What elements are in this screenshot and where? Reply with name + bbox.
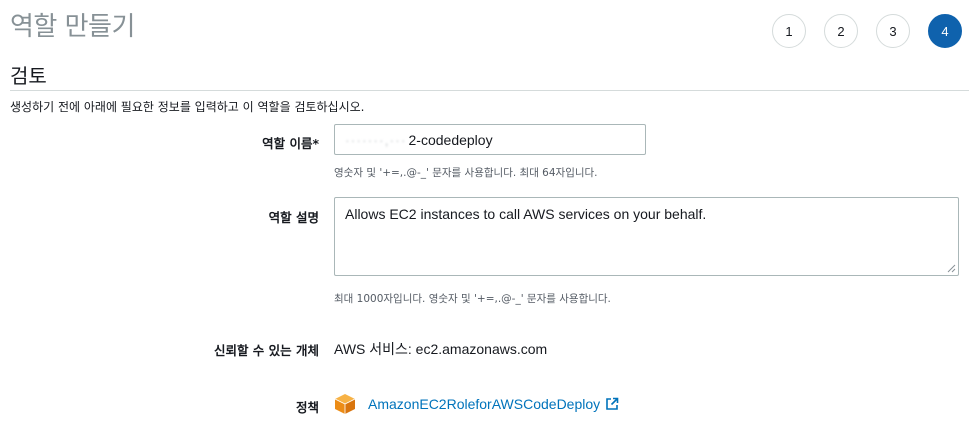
step-4-current[interactable]: 4: [928, 14, 962, 48]
role-name-input[interactable]: ·······,··· 2-codedeploy: [334, 124, 646, 155]
resize-handle-icon[interactable]: [947, 264, 956, 273]
aws-policy-cube-icon: [334, 394, 356, 414]
page-title: 역할 만들기: [10, 12, 135, 42]
role-description-hint: 최대 1000자입니다. 영숫자 및 '+=,.@-_' 문자를 사용합니다.: [334, 293, 611, 305]
policy-row: AmazonEC2RoleforAWSCodeDeploy: [334, 393, 619, 415]
redacted-text: ·······,···: [345, 131, 407, 148]
external-link-icon[interactable]: [605, 397, 619, 411]
step-2[interactable]: 2: [824, 14, 858, 48]
role-name-hint: 영숫자 및 '+=,.@-_' 문자를 사용합니다. 최대 64자입니다.: [334, 167, 598, 179]
section-description: 생성하기 전에 아래에 필요한 정보를 입력하고 이 역할을 검토하십시오.: [10, 100, 365, 114]
section-divider: [10, 90, 969, 91]
trusted-entity-label: 신뢰할 수 있는 개체: [213, 343, 319, 358]
section-title: 검토: [10, 64, 47, 88]
role-description-value: Allows EC2 instances to call AWS service…: [345, 206, 707, 222]
role-name-value: 2-codedeploy: [408, 131, 493, 148]
trusted-entity-value: AWS 서비스: ec2.amazonaws.com: [334, 341, 548, 357]
role-description-label: 역할 설명: [268, 210, 319, 225]
role-description-textarea[interactable]: Allows EC2 instances to call AWS service…: [334, 197, 959, 276]
step-1[interactable]: 1: [772, 14, 806, 48]
policy-link[interactable]: AmazonEC2RoleforAWSCodeDeploy: [368, 396, 600, 412]
step-3[interactable]: 3: [876, 14, 910, 48]
role-name-label: 역할 이름*: [262, 136, 319, 151]
wizard-steps: 1 2 3 4: [772, 14, 962, 48]
policy-label: 정책: [295, 400, 319, 415]
